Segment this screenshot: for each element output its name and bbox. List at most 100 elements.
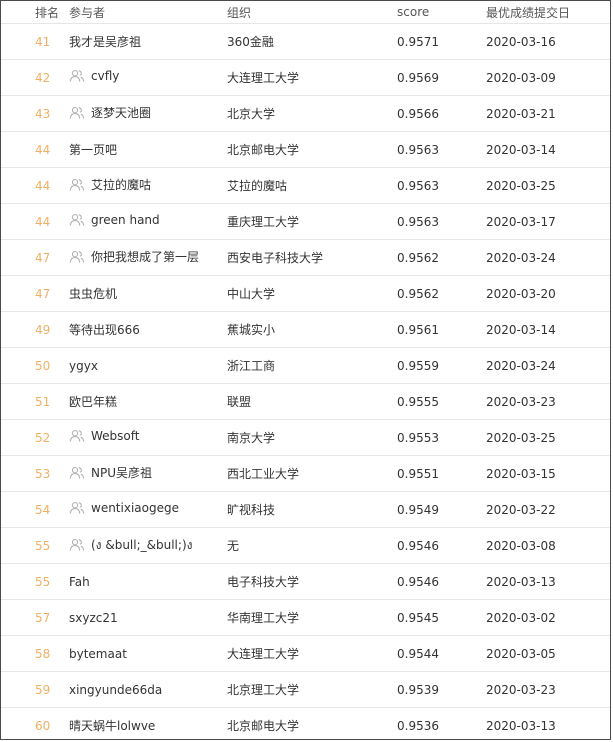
best-date-cell: 2020-03-22: [486, 491, 610, 528]
rank-cell: 47: [1, 239, 69, 276]
participant-cell: sxyzc21: [69, 599, 227, 636]
participant-cell: 等待出现666: [69, 311, 227, 348]
participant-name-wrap: xingyunde66da: [69, 683, 162, 697]
organization-cell: 蕉城实小: [227, 311, 397, 348]
participant-name[interactable]: xingyunde66da: [69, 683, 162, 697]
table-row: 53 NPU吴彦祖 西北工业大学 0.9551 2020-03-15: [1, 455, 610, 492]
score-cell: 0.9551: [397, 455, 486, 492]
best-date-cell: 2020-03-09: [486, 59, 610, 96]
participant-name[interactable]: 艾拉的魔咕: [91, 176, 151, 193]
participant-name-wrap: Fah: [69, 575, 90, 589]
participant-name[interactable]: (ง &bull;_&bull;)ง: [91, 536, 192, 555]
organization-cell: 西北工业大学: [227, 455, 397, 492]
team-users-icon: [69, 466, 85, 480]
organization-cell: 大连理工大学: [227, 635, 397, 672]
table-row: 42 cvfly 大连理工大学 0.9569 2020-03-09: [1, 59, 610, 96]
table-row: 55 Fah 电子科技大学 0.9546 2020-03-13: [1, 563, 610, 600]
participant-name[interactable]: 等待出现666: [69, 321, 140, 338]
best-date-cell: 2020-03-24: [486, 239, 610, 276]
rank-cell: 59: [1, 671, 69, 708]
table-row: 52 Websoft 南京大学 0.9553 2020-03-25: [1, 419, 610, 456]
organization-cell: 中山大学: [227, 275, 397, 312]
participant-cell: NPU吴彦祖: [69, 455, 227, 492]
table-row: 41 我才是吴彦祖 360金融 0.9571 2020-03-16: [1, 23, 610, 60]
rank-cell: 41: [1, 23, 69, 60]
participant-name[interactable]: 第一页吧: [69, 141, 117, 158]
participant-name-wrap: 你把我想成了第一层: [69, 248, 199, 265]
best-date-cell: 2020-03-17: [486, 203, 610, 240]
score-cell: 0.9545: [397, 599, 486, 636]
team-users-icon: [69, 250, 85, 264]
organization-cell: 艾拉的魔咕: [227, 167, 397, 204]
participant-name[interactable]: 欧巴年糕: [69, 393, 117, 410]
participant-name-wrap: Websoft: [69, 429, 139, 443]
organization-cell: 华南理工大学: [227, 599, 397, 636]
participant-name[interactable]: 虫虫危机: [69, 285, 117, 302]
participant-name[interactable]: NPU吴彦祖: [91, 464, 152, 481]
participant-name-wrap: 等待出现666: [69, 321, 140, 338]
best-date-cell: 2020-03-02: [486, 599, 610, 636]
participant-cell: 你把我想成了第一层: [69, 239, 227, 276]
best-date-cell: 2020-03-23: [486, 671, 610, 708]
team-users-icon: [69, 106, 85, 120]
score-cell: 0.9544: [397, 635, 486, 672]
participant-name[interactable]: 逐梦天池圈: [91, 104, 151, 121]
table-row: 58 bytemaat 大连理工大学 0.9544 2020-03-05: [1, 635, 610, 672]
participant-cell: bytemaat: [69, 635, 227, 672]
participant-cell: 第一页吧: [69, 131, 227, 168]
organization-cell: 旷视科技: [227, 491, 397, 528]
rank-cell: 54: [1, 491, 69, 528]
table-row: 57 sxyzc21 华南理工大学 0.9545 2020-03-02: [1, 599, 610, 636]
participant-name-wrap: 虫虫危机: [69, 285, 117, 302]
rank-cell: 44: [1, 167, 69, 204]
participant-name-wrap: 第一页吧: [69, 141, 117, 158]
column-header-rank: 排名: [1, 1, 69, 24]
participant-cell: green hand: [69, 203, 227, 240]
organization-cell: 西安电子科技大学: [227, 239, 397, 276]
participant-cell: 晴天蜗牛lolwve: [69, 707, 227, 739]
rank-cell: 51: [1, 383, 69, 420]
rank-cell: 43: [1, 95, 69, 132]
leaderboard-table: 排名 参与者 组织 score 最优成绩提交日 41 我才是吴彦祖 360金融 …: [1, 1, 610, 739]
participant-name-wrap: 逐梦天池圈: [69, 104, 151, 121]
table-row: 54 wentixiaogege 旷视科技 0.9549 2020-03-22: [1, 491, 610, 528]
team-users-icon: [69, 178, 85, 192]
participant-name[interactable]: green hand: [91, 213, 160, 227]
score-cell: 0.9546: [397, 563, 486, 600]
best-date-cell: 2020-03-05: [486, 635, 610, 672]
score-cell: 0.9569: [397, 59, 486, 96]
rank-cell: 55: [1, 527, 69, 564]
participant-name[interactable]: cvfly: [91, 69, 119, 83]
leaderboard-panel: 排名 参与者 组织 score 最优成绩提交日 41 我才是吴彦祖 360金融 …: [0, 0, 611, 740]
organization-cell: 无: [227, 527, 397, 564]
column-header-score: score: [397, 1, 486, 24]
table-row: 44 艾拉的魔咕 艾拉的魔咕 0.9563 2020-03-25: [1, 167, 610, 204]
table-row: 60 晴天蜗牛lolwve 北京邮电大学 0.9536 2020-03-13: [1, 707, 610, 739]
organization-cell: 电子科技大学: [227, 563, 397, 600]
participant-name-wrap: cvfly: [69, 69, 119, 83]
participant-name[interactable]: Fah: [69, 575, 90, 589]
participant-name-wrap: sxyzc21: [69, 611, 118, 625]
participant-cell: Fah: [69, 563, 227, 600]
rank-cell: 44: [1, 203, 69, 240]
participant-name[interactable]: ygyx: [69, 359, 98, 373]
table-row: 44 第一页吧 北京邮电大学 0.9563 2020-03-14: [1, 131, 610, 168]
rank-cell: 50: [1, 347, 69, 384]
table-row: 47 你把我想成了第一层 西安电子科技大学 0.9562 2020-03-24: [1, 239, 610, 276]
column-header-participant: 参与者: [69, 1, 227, 24]
table-row: 55 (ง &bull;_&bull;)ง 无 0.9546 2020-03-0…: [1, 527, 610, 564]
participant-name[interactable]: bytemaat: [69, 647, 127, 661]
participant-name[interactable]: Websoft: [91, 429, 139, 443]
participant-cell: xingyunde66da: [69, 671, 227, 708]
score-cell: 0.9555: [397, 383, 486, 420]
participant-name-wrap: 晴天蜗牛lolwve: [69, 717, 155, 734]
participant-name[interactable]: wentixiaogege: [91, 501, 179, 515]
participant-name[interactable]: 我才是吴彦祖: [69, 33, 141, 50]
organization-cell: 北京大学: [227, 95, 397, 132]
participant-name[interactable]: 你把我想成了第一层: [91, 248, 199, 265]
participant-name[interactable]: sxyzc21: [69, 611, 118, 625]
column-header-best-date: 最优成绩提交日: [486, 1, 610, 24]
score-cell: 0.9566: [397, 95, 486, 132]
participant-name[interactable]: 晴天蜗牛lolwve: [69, 717, 155, 734]
organization-cell: 360金融: [227, 23, 397, 60]
